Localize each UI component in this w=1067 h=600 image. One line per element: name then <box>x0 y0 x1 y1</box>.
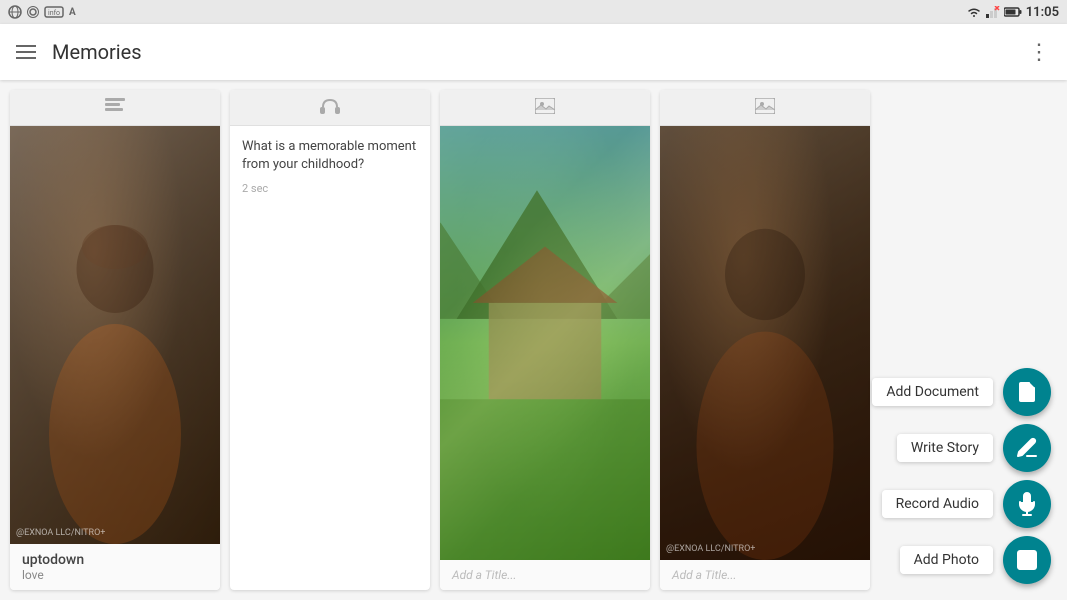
card-1-watermark: @EXNOA LLC/NITRO+ <box>16 528 105 538</box>
fab-add-document: Add Document <box>872 368 1051 416</box>
status-bar-right: 11:05 <box>966 5 1059 20</box>
card-4-watermark: @EXNOA LLC/NITRO+ <box>666 544 755 554</box>
headphone-icon <box>320 98 340 118</box>
card-3-header <box>440 90 650 126</box>
fab-menu: Add Document Write Story <box>872 368 1051 584</box>
globe-icon <box>8 5 22 19</box>
card-3-title-placeholder: Add a Title... <box>452 568 638 582</box>
card-4-title-placeholder: Add a Title... <box>672 568 858 582</box>
wifi-icon <box>966 6 982 18</box>
card-2-text: What is a memorable moment from your chi… <box>230 126 430 207</box>
write-icon <box>1015 436 1039 460</box>
card-1-name: uptodown <box>22 552 208 568</box>
mic-icon <box>1015 492 1039 516</box>
card-4-image: @EXNOA LLC/NITRO+ <box>660 126 870 560</box>
add-photo-label: Add Photo <box>900 546 993 574</box>
card-2-timestamp: 2 sec <box>242 182 418 195</box>
fab-add-photo: Add Photo <box>900 536 1051 584</box>
svg-text:info: info <box>48 9 60 17</box>
card-2-question: What is a memorable moment from your chi… <box>242 138 418 174</box>
battery-icon <box>1004 6 1022 18</box>
write-story-button[interactable] <box>1003 424 1051 472</box>
memory-card-1[interactable]: @EXNOA LLC/NITRO+ uptodown love <box>10 90 220 590</box>
document-icon <box>1015 380 1039 404</box>
image-icon-2 <box>755 98 775 118</box>
card-3-image <box>440 126 650 560</box>
card-4-header <box>660 90 870 126</box>
status-bar-left: info A <box>8 4 81 21</box>
memory-card-2[interactable]: What is a memorable moment from your chi… <box>230 90 430 590</box>
main-content: @EXNOA LLC/NITRO+ uptodown love What is <box>0 80 1067 600</box>
card-2-header <box>230 90 430 126</box>
memory-card-4[interactable]: @EXNOA LLC/NITRO+ Add a Title... <box>660 90 870 590</box>
photo-icon <box>1015 548 1039 572</box>
status-bar: info A 11:05 <box>0 0 1067 24</box>
card-1-footer: uptodown love <box>10 544 220 590</box>
add-photo-button[interactable] <box>1003 536 1051 584</box>
record-audio-label: Record Audio <box>882 490 993 518</box>
hamburger-menu-button[interactable] <box>16 45 36 59</box>
card-4-footer: Add a Title... <box>660 560 870 590</box>
fab-record-audio: Record Audio <box>882 480 1051 528</box>
write-story-label: Write Story <box>897 434 993 462</box>
text-type-icon <box>105 98 125 118</box>
card-1-subtitle: love <box>22 568 208 582</box>
memory-card-3[interactable]: Add a Title... <box>440 90 650 590</box>
dark-box-icon: A <box>67 8 81 21</box>
image-icon-1 <box>535 98 555 118</box>
app-bar-left: Memories <box>16 40 142 64</box>
signal-icon <box>986 6 1000 18</box>
info-icon-status: info <box>44 6 64 18</box>
card-3-footer: Add a Title... <box>440 560 650 590</box>
card-1-header <box>10 90 220 126</box>
svg-text:A: A <box>69 7 76 18</box>
add-document-label: Add Document <box>872 378 993 406</box>
box-icon: info A <box>44 4 81 21</box>
add-document-button[interactable] <box>1003 368 1051 416</box>
fab-write-story: Write Story <box>897 424 1051 472</box>
more-options-button[interactable]: ⋮ <box>1028 40 1051 65</box>
app-title: Memories <box>52 40 142 64</box>
card-1-image: @EXNOA LLC/NITRO+ <box>10 126 220 544</box>
a-icon-status: A <box>67 4 81 18</box>
record-audio-button[interactable] <box>1003 480 1051 528</box>
settings-icon-status <box>26 5 40 19</box>
time-display: 11:05 <box>1026 5 1059 20</box>
app-bar: Memories ⋮ <box>0 24 1067 80</box>
